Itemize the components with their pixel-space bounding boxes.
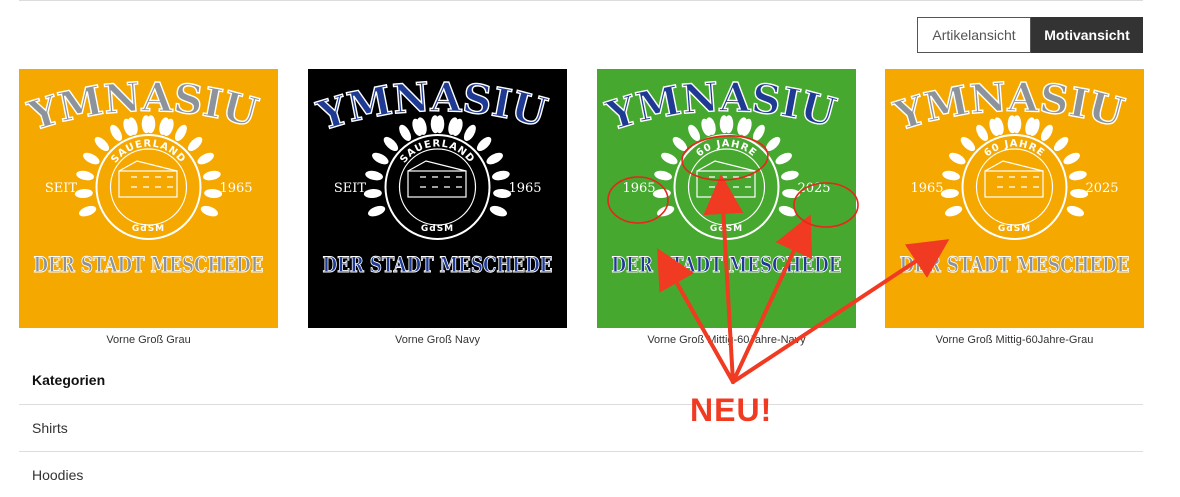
product-tile[interactable]: GYMNASIUM60 JAHREGdSM19652025DER STADT M… <box>885 69 1144 328</box>
motif-image: GYMNASIUM60 JAHREGdSM19652025DER STADT M… <box>885 69 1144 328</box>
product-caption[interactable]: Vorne Groß Mittig-60Jahre-Grau <box>885 334 1144 346</box>
ring-bottom-text: GdSM <box>132 224 165 234</box>
category-item-shirts[interactable]: Shirts <box>32 420 68 436</box>
article-view-button[interactable]: Artikelansicht <box>917 17 1031 53</box>
motif-subtitle: DER STADT MESCHEDE <box>323 252 553 277</box>
motif-image: GYMNASIUM60 JAHREGdSM19652025DER STADT M… <box>597 69 856 328</box>
motif-left-label: 1965 <box>622 181 655 196</box>
product-tile[interactable]: GYMNASIUM60 JAHREGdSM19652025DER STADT M… <box>597 69 856 328</box>
motif-right-label: 1965 <box>219 181 252 196</box>
categories-heading: Kategorien <box>32 372 106 388</box>
product-caption[interactable]: Vorne Groß Mittig-60Jahre-Navy <box>597 334 856 346</box>
motif-right-label: 2025 <box>1085 181 1118 196</box>
motif-left-label: SEIT <box>334 181 367 196</box>
category-divider <box>19 404 1143 405</box>
ring-bottom-text: GdSM <box>421 224 454 234</box>
product-tile[interactable]: GYMNASIUMSAUERLANDGdSMSEIT1965DER STADT … <box>19 69 278 328</box>
product-tile[interactable]: GYMNASIUMSAUERLANDGdSMSEIT1965DER STADT … <box>308 69 567 328</box>
category-item-hoodies[interactable]: Hoodies <box>32 467 83 483</box>
motif-view-button[interactable]: Motivansicht <box>1031 17 1143 53</box>
motif-image: GYMNASIUMSAUERLANDGdSMSEIT1965DER STADT … <box>308 69 567 328</box>
category-divider <box>19 451 1143 452</box>
motif-image: GYMNASIUMSAUERLANDGdSMSEIT1965DER STADT … <box>19 69 278 328</box>
motif-left-label: SEIT <box>45 181 78 196</box>
motif-right-label: 2025 <box>797 181 830 196</box>
motif-subtitle: DER STADT MESCHEDE <box>34 252 264 277</box>
motif-subtitle: DER STADT MESCHEDE <box>612 252 842 277</box>
ring-bottom-text: GdSM <box>998 224 1031 234</box>
product-caption[interactable]: Vorne Groß Navy <box>308 334 567 346</box>
new-annotation-label: NEU! <box>690 392 773 428</box>
top-divider <box>19 0 1143 1</box>
motif-subtitle: DER STADT MESCHEDE <box>900 252 1130 277</box>
product-caption[interactable]: Vorne Groß Grau <box>19 334 278 346</box>
ring-bottom-text: GdSM <box>710 224 743 234</box>
view-toggle: Artikelansicht Motivansicht <box>917 17 1143 53</box>
motif-right-label: 1965 <box>508 181 541 196</box>
motif-left-label: 1965 <box>910 181 943 196</box>
